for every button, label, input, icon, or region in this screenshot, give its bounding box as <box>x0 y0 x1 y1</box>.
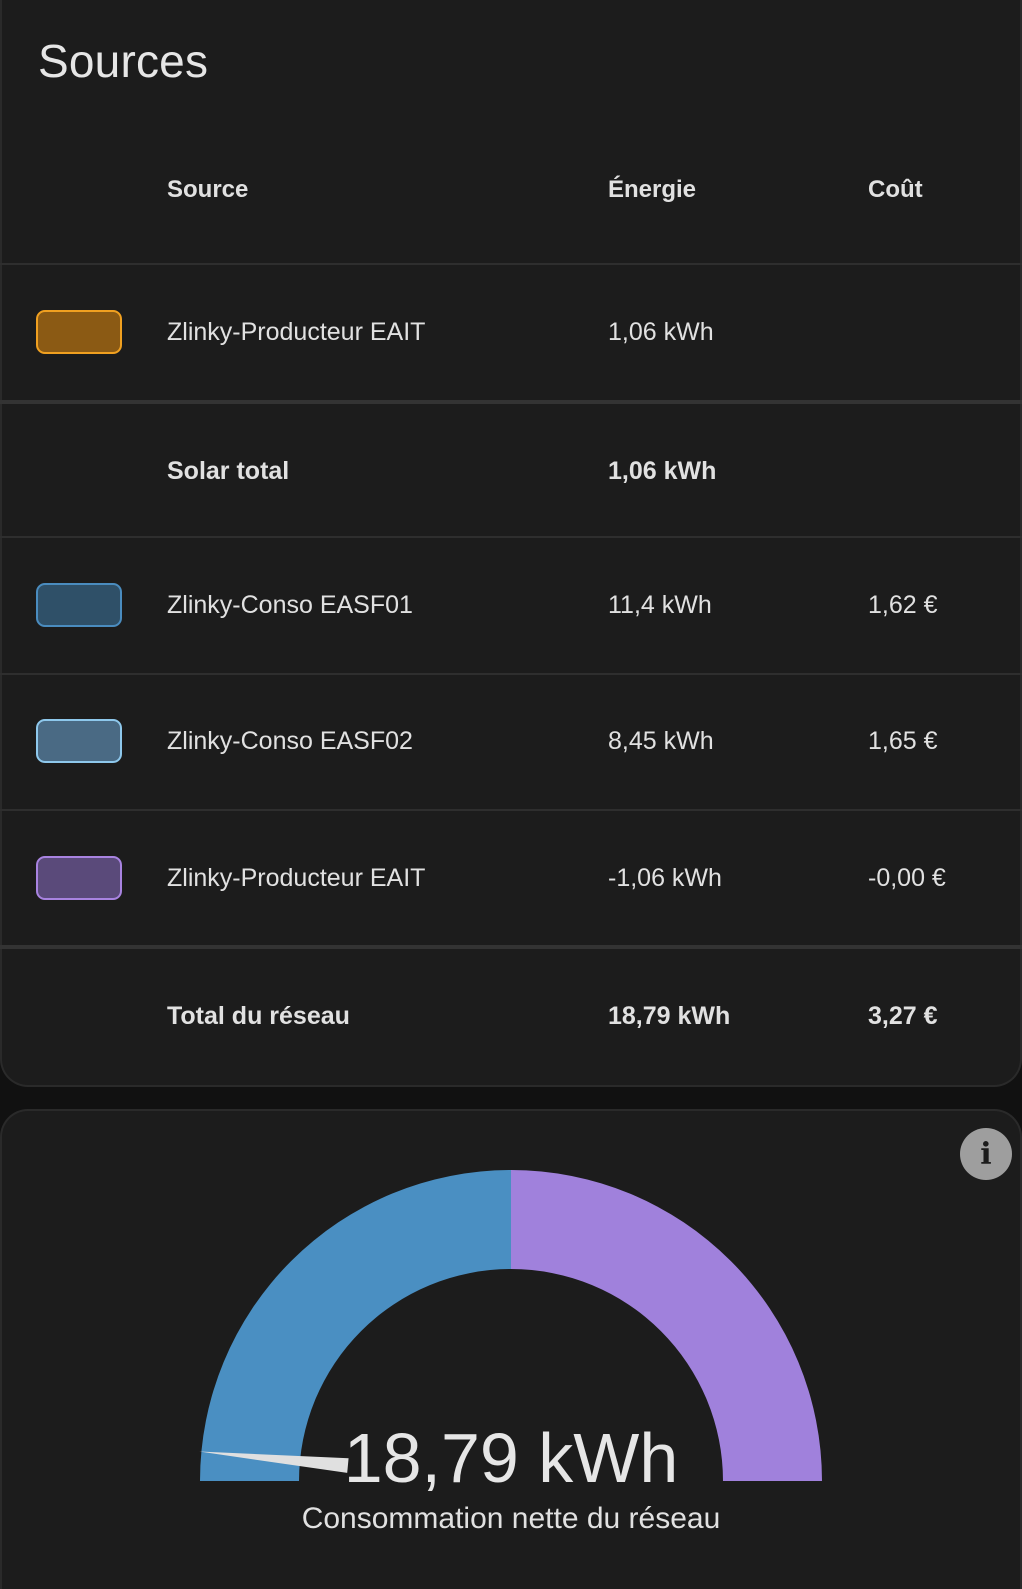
gauge-value: 18,79 kWh <box>343 1419 679 1497</box>
gauge-label: Consommation nette du réseau <box>301 1502 721 1535</box>
gauge <box>199 1170 822 1481</box>
